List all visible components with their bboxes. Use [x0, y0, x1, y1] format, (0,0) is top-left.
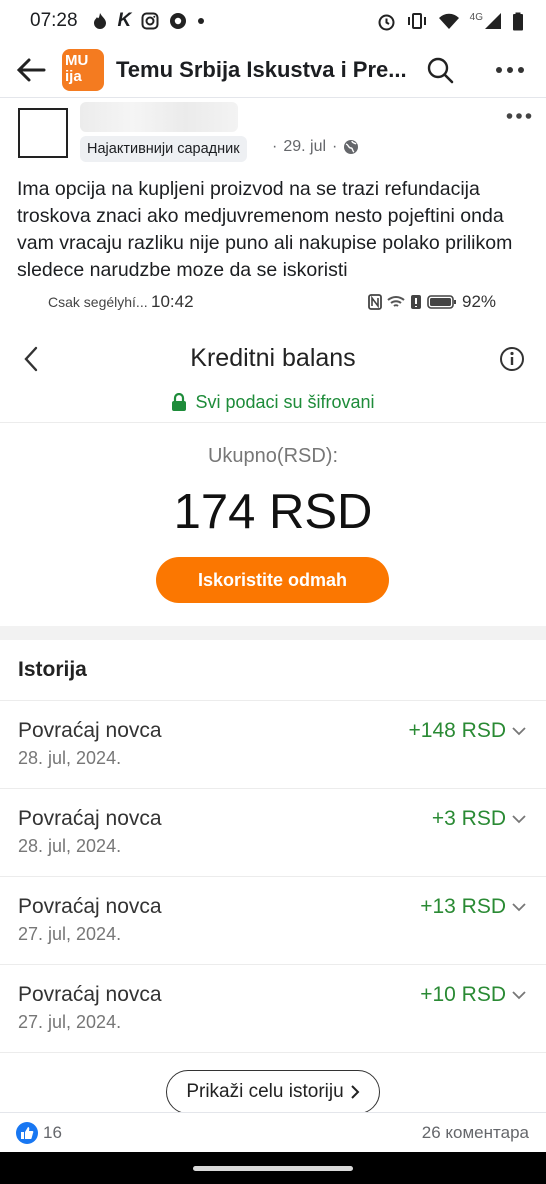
chevron-right-icon	[350, 1085, 360, 1099]
home-gesture-handle[interactable]	[193, 1166, 353, 1171]
image-status-bar: Csak segélyhí... 10:42 92%	[0, 292, 546, 314]
post-date[interactable]: 29. jul	[283, 138, 326, 156]
history-title: Istorija	[18, 658, 87, 681]
total-balance: 174 RSD	[173, 485, 373, 539]
nfc-icon	[368, 294, 382, 310]
use-now-button[interactable]: Iskoristite odmah	[156, 557, 389, 603]
image-status-icons: 92%	[368, 292, 496, 312]
cellular-signal-icon: 4G	[470, 12, 502, 30]
dot-icon	[197, 17, 205, 25]
search-button[interactable]	[422, 52, 458, 88]
encryption-notice: Svi podaci su šifrovani	[0, 392, 546, 413]
more-options-button[interactable]	[492, 52, 528, 88]
instagram-icon	[141, 12, 159, 30]
history-label: Povraćaj novca	[18, 895, 162, 918]
more-icon	[496, 67, 524, 73]
meta-dot: ·	[332, 138, 338, 155]
chevron-down-icon	[512, 727, 526, 736]
post-image[interactable]: Csak segélyhí... 10:42 92% Kreditni bala…	[0, 292, 546, 1112]
show-full-history-label: Prikaži celu istoriju	[186, 1081, 344, 1102]
alarm-icon	[377, 12, 396, 31]
divider	[0, 422, 546, 423]
system-status-bar: 07:28 K 4G	[0, 0, 546, 42]
lock-icon	[171, 393, 187, 412]
like-reaction-icon[interactable]	[16, 1122, 38, 1144]
image-carrier-text: Csak segélyhí...	[48, 294, 148, 310]
history-date: 28. jul, 2024.	[18, 748, 122, 768]
history-date: 27. jul, 2024.	[18, 924, 122, 944]
wifi-icon	[438, 12, 460, 30]
post-options-button[interactable]	[504, 106, 534, 126]
post-header: Најактивнији сарадник · 29. jul ·	[0, 100, 546, 170]
history-label: Povraćaj novca	[18, 983, 162, 1006]
history-row[interactable]: Povraćaj novca 27. jul, 2024. +10 RSD	[0, 965, 546, 1053]
history-label: Povraćaj novca	[18, 807, 162, 830]
section-gap	[0, 626, 546, 640]
k-app-icon: K	[117, 10, 132, 31]
vibrate-icon	[406, 12, 428, 30]
post-text: Ima opcija na kupljeni proizvod na se tr…	[17, 178, 513, 281]
wifi-icon	[387, 295, 405, 309]
search-icon	[427, 57, 454, 84]
fire-icon	[92, 12, 108, 30]
author-name-redacted[interactable]	[80, 102, 238, 132]
battery-percent: 92%	[462, 292, 497, 311]
history-amount: +13 RSD	[420, 895, 506, 918]
reactions-bar: 16 26 коментара	[0, 1112, 546, 1152]
history-label: Povraćaj novca	[18, 719, 162, 742]
status-time: 07:28	[30, 10, 78, 31]
alert-icon	[410, 294, 422, 310]
encryption-text: Svi podaci su šifrovani	[195, 392, 375, 412]
globe-icon	[343, 139, 359, 155]
total-label: Ukupno(RSD):	[207, 445, 339, 467]
history-row[interactable]: Povraćaj novca 28. jul, 2024. +3 RSD	[0, 789, 546, 877]
chevron-down-icon	[512, 815, 526, 824]
battery-icon	[512, 12, 524, 31]
arrow-left-icon	[16, 58, 46, 81]
avatar[interactable]	[18, 108, 68, 158]
battery-icon	[427, 295, 457, 309]
history-row[interactable]: Povraćaj novca 27. jul, 2024. +13 RSD	[0, 877, 546, 965]
history-date: 27. jul, 2024.	[18, 1012, 122, 1032]
show-full-history-button[interactable]: Prikaži celu istoriju	[166, 1070, 380, 1112]
meta-dot: ·	[272, 138, 278, 155]
post-meta: · 29. jul ·	[272, 138, 359, 156]
history-date: 28. jul, 2024.	[18, 836, 122, 856]
group-title[interactable]: Temu Srbija Iskustva i Pre...	[116, 57, 406, 83]
comment-count[interactable]: 26 коментара	[422, 1123, 529, 1143]
info-icon	[500, 347, 524, 371]
back-button[interactable]	[0, 42, 62, 98]
more-icon	[506, 113, 532, 119]
like-count[interactable]: 16	[43, 1123, 62, 1143]
credit-balance-title: Kreditni balans	[190, 344, 356, 372]
history-amount: +10 RSD	[420, 983, 506, 1006]
history-row[interactable]: Povraćaj novca 28. jul, 2024. +148 RSD	[0, 701, 546, 789]
history-amount: +3 RSD	[431, 807, 506, 830]
image-time: 10:42	[151, 292, 194, 311]
group-header: MU ija Temu Srbija Iskustva i Pre...	[0, 42, 546, 98]
chevron-down-icon	[512, 903, 526, 912]
chrome-icon	[169, 12, 187, 30]
network-type: 4G	[469, 12, 483, 23]
navigation-bar	[0, 1152, 546, 1184]
top-contributor-badge[interactable]: Најактивнији сарадник	[80, 136, 247, 162]
group-logo[interactable]: MU ija	[62, 48, 104, 91]
chevron-down-icon	[512, 991, 526, 1000]
info-button[interactable]	[499, 346, 525, 372]
history-amount: +148 RSD	[408, 719, 506, 742]
